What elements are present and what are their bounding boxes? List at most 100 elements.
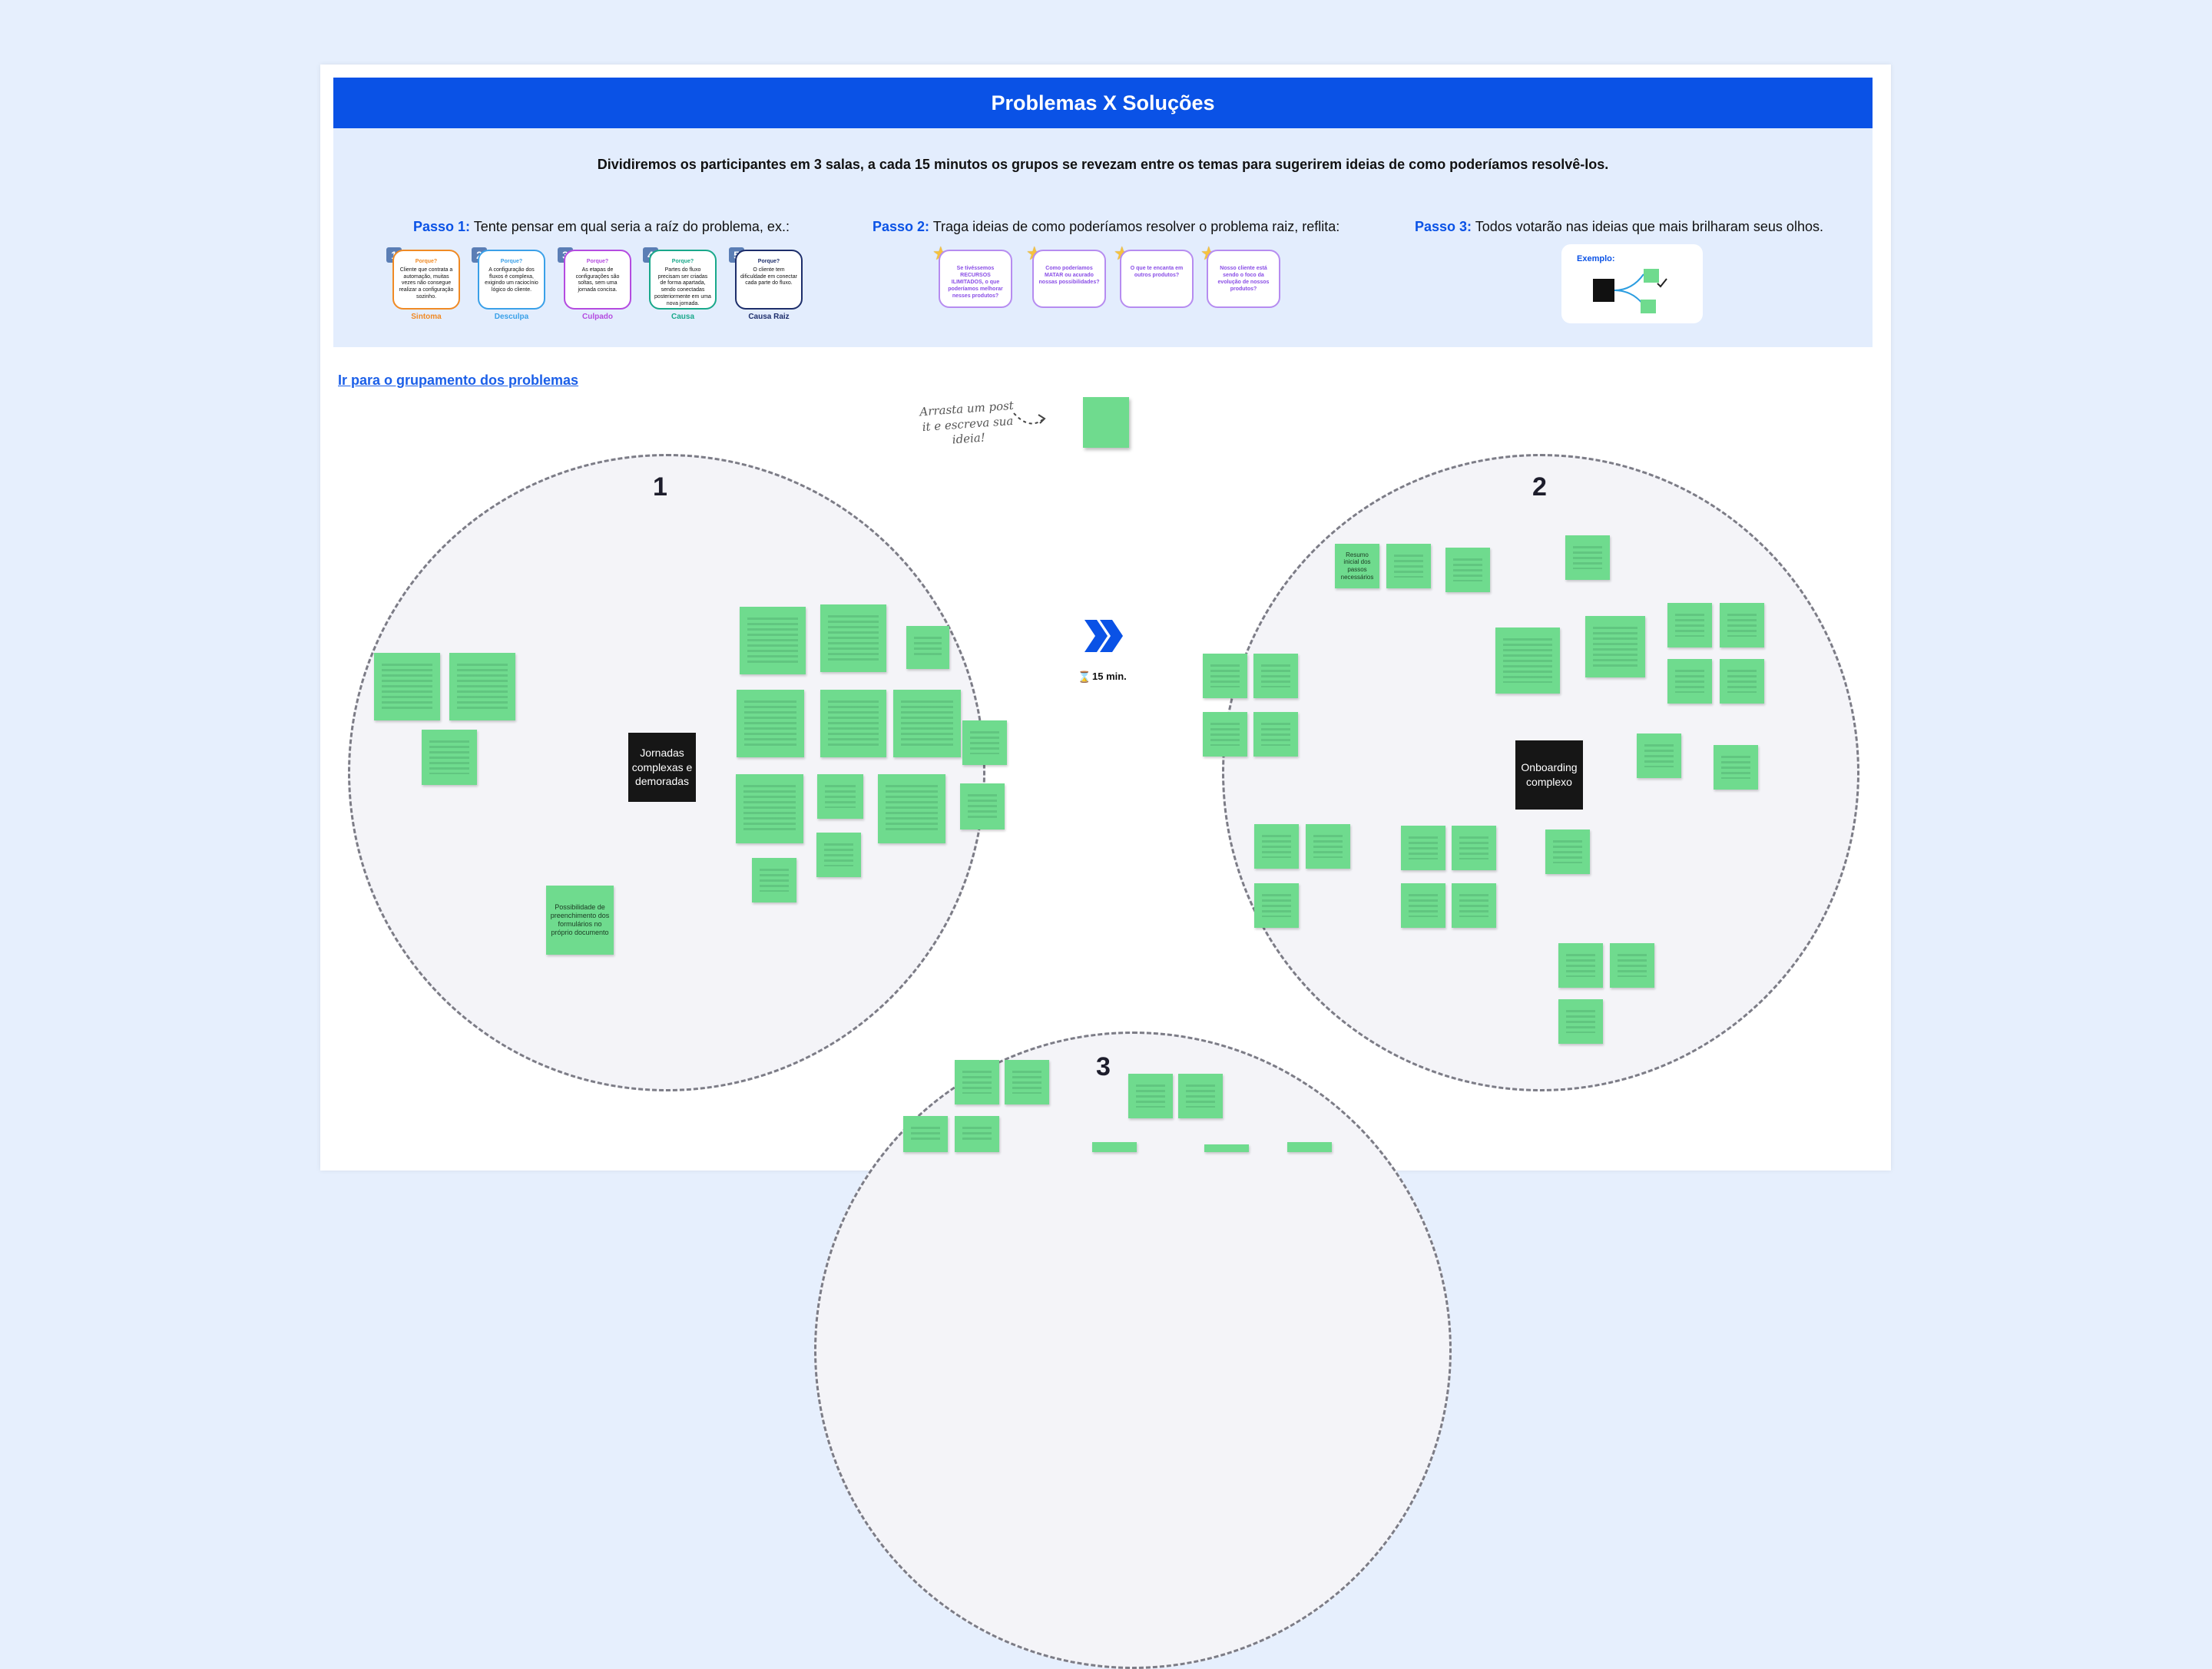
postit-note[interactable] [878,774,945,843]
postit-note[interactable]: Possibilidade de preenchimento dos formu… [546,886,614,955]
double-chevron-right-icon [1084,620,1123,652]
why-card: Porque? Cliente que contrata a automação,… [392,250,460,310]
room-1-topic[interactable]: Jornadas complexas e demoradas [628,733,696,802]
why-card-question: Porque? [586,259,609,264]
postit-note[interactable] [817,774,863,819]
why-card: Porque? As etapas de configurações são so… [564,250,631,310]
why-card-question: Porque? [415,259,438,264]
postit-note[interactable] [820,690,886,757]
timer-label: 15 min. [1092,671,1127,682]
postit-note[interactable] [962,720,1007,765]
step-3: Passo 3: Todos votarão nas ideias que ma… [1415,219,1823,235]
why-card: Porque? Partes do fluxo precisam ser cria… [649,250,717,310]
postit-note[interactable] [1253,712,1298,757]
problem-grouping-link[interactable]: Ir para o grupamento dos problemas [338,373,578,389]
postit-note[interactable] [955,1116,999,1152]
postit-note[interactable] [1452,826,1496,870]
postit-note[interactable] [737,690,804,757]
why-card: Porque? A configuração dos fluxos é compl… [478,250,545,310]
postit-note[interactable] [1558,999,1603,1044]
postit-note[interactable]: Resumo inicial dos passos necessários [1335,544,1379,588]
step-2-label: Passo 2: [873,219,930,234]
postit-note[interactable] [1204,1144,1249,1152]
postit-note[interactable] [1495,628,1560,694]
postit-note[interactable] [1558,943,1603,988]
postit-note[interactable] [1306,824,1350,869]
reflection-card: Se tivéssemos RECURSOS ILIMITADOS, o que… [939,250,1012,308]
postit-note[interactable] [906,626,949,669]
why-card-label: Causa Raiz [748,313,790,321]
postit-note[interactable] [1253,654,1298,698]
why-card-text: A configuração dos fluxos é complexa, ex… [485,267,538,293]
room-1-number: 1 [653,472,667,502]
postit-note[interactable] [816,833,861,877]
postit-note[interactable] [1667,603,1712,647]
postit-note[interactable] [903,1116,948,1152]
postit-note[interactable] [736,774,803,843]
why-card-label: Causa [671,313,694,321]
why-card-text: O cliente tem dificuldade em conectar ca… [740,267,797,286]
room-3-number: 3 [1096,1052,1111,1081]
step-1-label: Passo 1: [413,219,471,234]
postit-note[interactable] [955,1060,999,1104]
step-3-label: Passo 3: [1415,219,1472,234]
postit-note[interactable] [1203,712,1247,757]
postit-note[interactable] [1667,659,1712,704]
postit-note[interactable] [1128,1074,1173,1118]
why-card-text: Cliente que contrata a automação, muitas… [399,267,454,300]
postit-note[interactable] [1005,1060,1049,1104]
postit-note[interactable] [1178,1074,1223,1118]
intro-text: Dividiremos os participantes em 3 salas,… [597,157,1609,172]
postit-note[interactable] [1287,1142,1332,1152]
postit-note[interactable] [374,653,440,720]
why-card-label: Desculpa [494,313,529,321]
why-card-label: Sintoma [411,313,442,321]
postit-note[interactable] [1565,535,1610,580]
why-card-question: Porque? [671,259,694,264]
postit-note[interactable] [1254,824,1299,869]
postit-note[interactable] [1545,830,1590,874]
postit-note[interactable] [820,604,886,672]
postit-note[interactable] [1637,733,1681,778]
postit-note[interactable] [449,653,515,720]
postit-note[interactable] [740,607,806,674]
draggable-postit[interactable] [1083,397,1129,448]
reflection-card: Como poderíamos MATAR ou acurado nossas … [1032,250,1106,308]
page-title: Problemas X Soluções [333,78,1873,128]
why-card-text: As etapas de configurações são soltas, s… [575,267,620,293]
postit-note[interactable] [1203,654,1247,698]
postit-note[interactable] [1452,883,1496,928]
step-1-text: Tente pensar em qual seria a raíz do pro… [470,219,790,234]
postit-note[interactable] [1610,943,1654,988]
step-2-text: Traga ideias de como poderíamos resolver… [929,219,1340,234]
postit-note[interactable] [1714,745,1758,790]
room-2-number: 2 [1532,472,1547,502]
postit-note[interactable] [752,858,796,902]
why-card-label: Culpado [582,313,613,321]
step-2: Passo 2: Traga ideias de como poderíamos… [873,219,1339,235]
postit-note[interactable] [960,783,1005,830]
why-card-question: Porque? [500,259,523,264]
postit-note[interactable] [1386,544,1431,588]
example-label: Exemplo: [1577,254,1615,263]
postit-note[interactable] [1720,603,1764,647]
postit-note[interactable] [893,690,961,757]
room-2-topic[interactable]: Onboarding complexo [1515,740,1583,810]
postit-note[interactable] [1585,616,1645,677]
why-card-text: Partes do fluxo precisam ser criadas de … [654,267,711,306]
hint-arrow-icon [1013,412,1046,425]
postit-note[interactable] [1092,1142,1137,1152]
hourglass-icon: ⌛ [1078,671,1091,683]
mind-map-icon [1593,269,1667,313]
why-card-question: Porque? [757,259,780,264]
postit-note[interactable] [422,730,477,785]
postit-note[interactable] [1720,659,1764,704]
why-card: Porque? O cliente tem dificuldade em cone… [735,250,803,310]
drag-postit-hint: Arrasta um post it e escreva sua ideia! [919,398,1015,447]
reflection-card: O que te encanta em outros produtos? [1120,250,1194,308]
postit-note[interactable] [1401,883,1445,928]
postit-note[interactable] [1401,826,1445,870]
postit-note[interactable] [1254,883,1299,928]
postit-note[interactable] [1445,548,1490,592]
reflection-card: Nosso cliente está sendo o foco da evolu… [1207,250,1280,308]
